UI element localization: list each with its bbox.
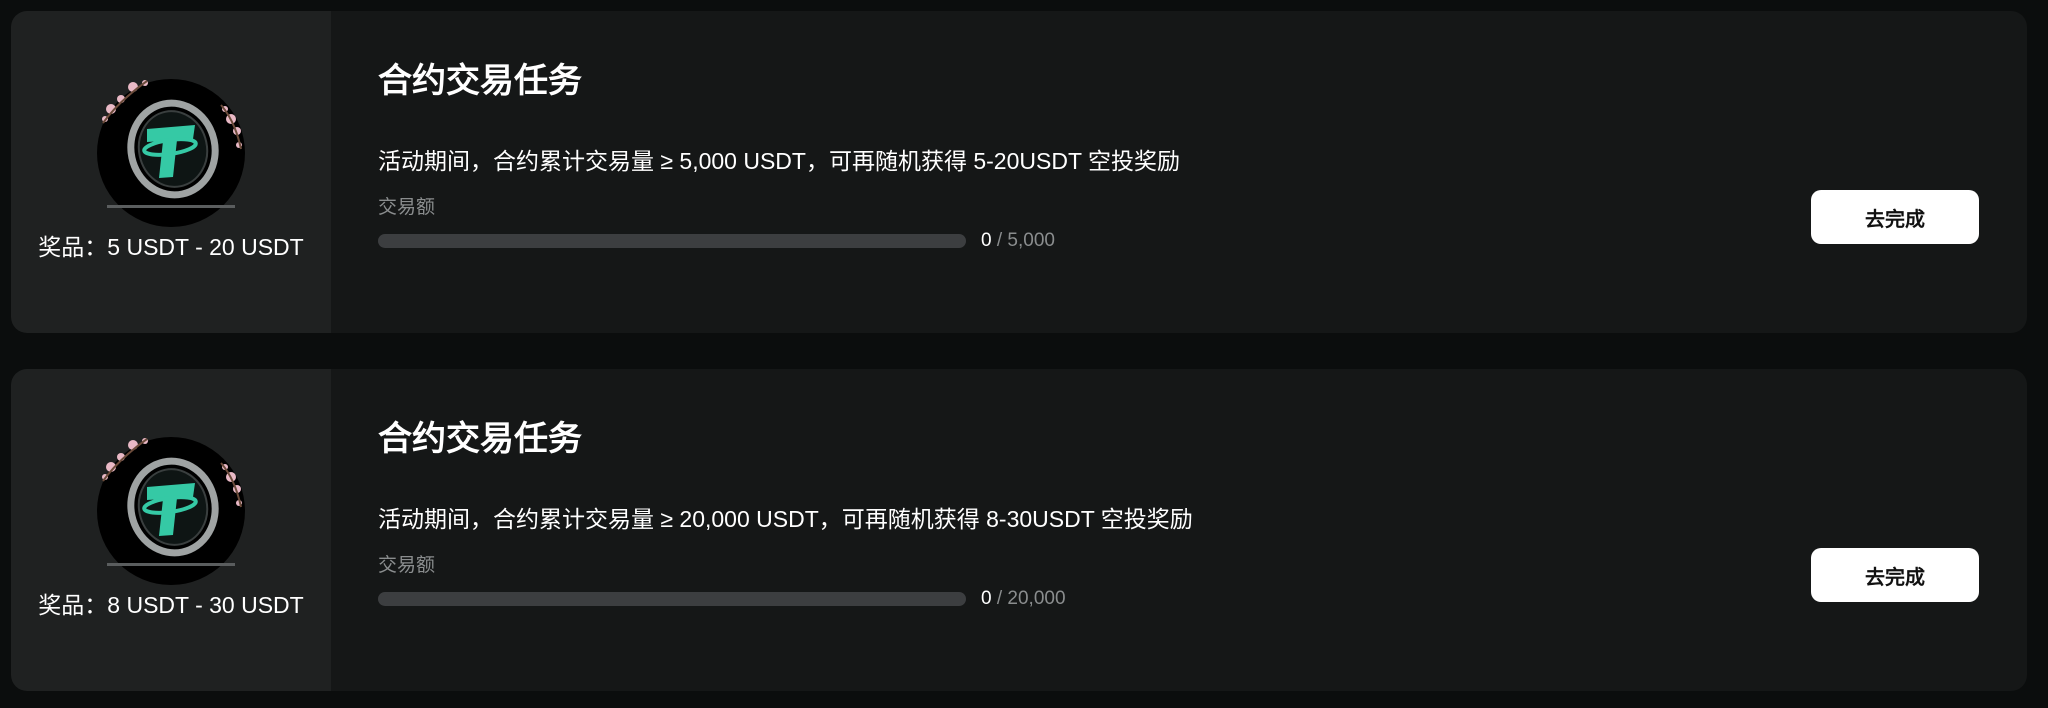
task-card: 奖品：5 USDT - 20 USDT 合约交易任务 活动期间，合约累计交易量 …	[11, 11, 2027, 333]
tether-coin-icon	[97, 437, 245, 585]
prize-panel: 奖品：8 USDT - 30 USDT	[11, 369, 331, 691]
task-body: 合约交易任务 活动期间，合约累计交易量 ≥ 20,000 USDT，可再随机获得…	[378, 369, 1778, 691]
progress-current: 0	[981, 230, 992, 251]
progress-current: 0	[981, 588, 992, 609]
progress-separator: /	[996, 230, 1003, 251]
prize-range: 奖品：8 USDT - 30 USDT	[38, 592, 304, 618]
progress-text: 0 / 20,000	[981, 587, 1066, 611]
task-body: 合约交易任务 活动期间，合约累计交易量 ≥ 5,000 USDT，可再随机获得 …	[378, 11, 1778, 333]
complete-task-button[interactable]: 去完成	[1811, 190, 1979, 244]
task-title: 合约交易任务	[378, 62, 582, 100]
task-description: 活动期间，合约累计交易量 ≥ 20,000 USDT，可再随机获得 8-30US…	[378, 506, 1193, 532]
progress-text: 0 / 5,000	[981, 229, 1055, 253]
tether-coin-icon	[97, 79, 245, 227]
progress-target: 20,000	[1007, 588, 1066, 609]
task-description: 活动期间，合约累计交易量 ≥ 5,000 USDT，可再随机获得 5-20USD…	[378, 148, 1180, 174]
complete-task-button[interactable]: 去完成	[1811, 548, 1979, 602]
task-title: 合约交易任务	[378, 420, 582, 458]
task-list: 奖品：5 USDT - 20 USDT 合约交易任务 活动期间，合约累计交易量 …	[0, 0, 2048, 708]
metric-label: 交易额	[378, 197, 436, 218]
metric-label: 交易额	[378, 555, 436, 576]
task-card: 奖品：8 USDT - 30 USDT 合约交易任务 活动期间，合约累计交易量 …	[11, 369, 2027, 691]
prize-range: 奖品：5 USDT - 20 USDT	[38, 234, 304, 260]
progress-bar	[378, 592, 966, 606]
progress-bar	[378, 234, 966, 248]
prize-panel: 奖品：5 USDT - 20 USDT	[11, 11, 331, 333]
progress-target: 5,000	[1007, 230, 1055, 251]
progress-separator: /	[996, 588, 1003, 609]
